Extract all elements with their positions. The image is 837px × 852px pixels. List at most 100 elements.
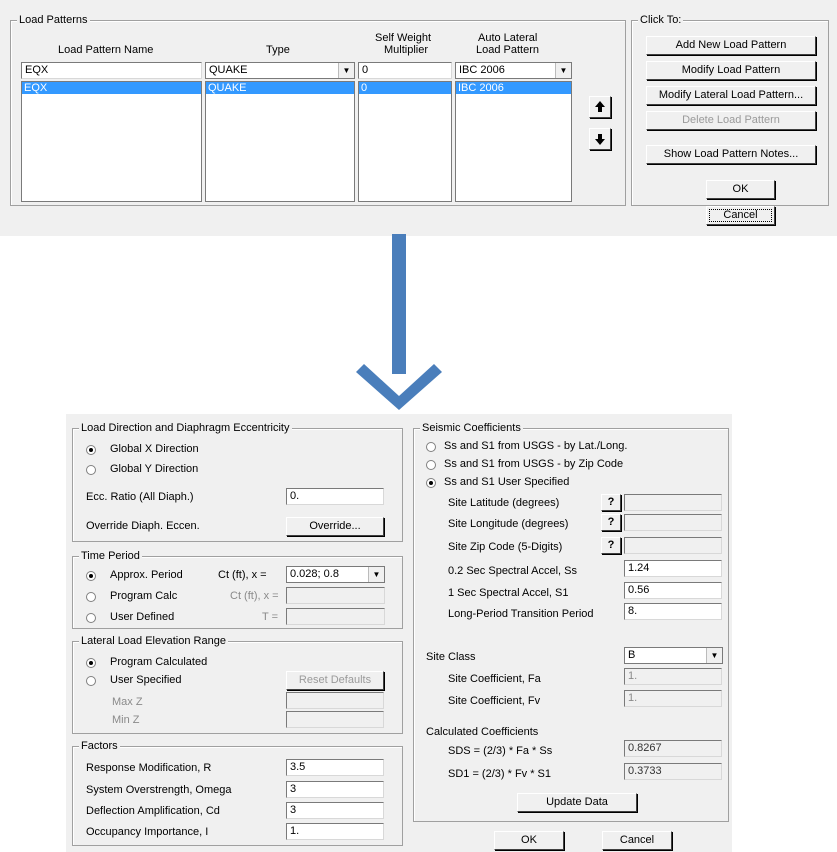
program-calculated-radio[interactable] (86, 658, 96, 668)
response-modification-label: Response Modification, R (86, 762, 212, 774)
t-input[interactable] (286, 608, 385, 625)
move-up-button[interactable] (589, 96, 611, 118)
site-latitude-label: Site Latitude (degrees) (448, 497, 560, 509)
t-label: T = (262, 611, 279, 623)
header-load-pattern-name: Load Pattern Name (58, 44, 154, 56)
user-specified-label: User Specified (110, 674, 182, 686)
sd1-value: 0.3733 (624, 763, 722, 780)
latitude-help-button[interactable]: ? (601, 494, 621, 511)
usgs-zip-radio[interactable] (426, 460, 436, 470)
sd1-label: SD1 = (2/3) * Fv * S1 (448, 768, 552, 780)
ct-dropdown[interactable]: 0.028; 0.8 ▼ (286, 566, 385, 583)
list-item[interactable]: IBC 2006 (456, 82, 571, 94)
load-patterns-title: Load Patterns (17, 14, 90, 26)
type-dropdown[interactable]: QUAKE ▼ (205, 62, 355, 79)
user-defined-label: User Defined (110, 611, 175, 623)
header-self-weight: Self Weight (375, 32, 432, 44)
arrow-down-icon (595, 134, 605, 145)
add-new-load-pattern-button[interactable]: Add New Load Pattern (646, 36, 816, 55)
site-zip-label: Site Zip Code (5-Digits) (448, 541, 563, 553)
multiplier-input[interactable]: 0 (358, 62, 452, 79)
global-y-label: Global Y Direction (110, 463, 199, 475)
chevron-down-icon[interactable]: ▼ (555, 63, 571, 78)
sds-label: SDS = (2/3) * Fa * Ss (448, 745, 553, 757)
ok-button[interactable]: OK (706, 180, 775, 199)
min-z-input[interactable] (286, 711, 384, 728)
site-class-label: Site Class (426, 651, 476, 663)
approx-period-radio[interactable] (86, 571, 96, 581)
site-coefficient-fv-label: Site Coefficient, Fv (448, 695, 541, 707)
zip-help-button[interactable]: ? (601, 537, 621, 554)
move-down-button[interactable] (589, 128, 611, 150)
program-calculated-label: Program Calculated (110, 656, 208, 668)
ct-label: Ct (ft), x = (218, 569, 267, 581)
site-coefficient-fv-input[interactable]: 1. (624, 690, 722, 707)
s1-label: 1 Sec Spectral Accel, S1 (448, 587, 569, 599)
system-overstrength-input[interactable]: 3 (286, 781, 384, 798)
site-zip-input[interactable] (624, 537, 722, 554)
site-longitude-input[interactable] (624, 514, 722, 531)
list-item[interactable]: 0 (359, 82, 451, 94)
occupancy-importance-input[interactable]: 1. (286, 823, 384, 840)
global-x-radio[interactable] (86, 445, 96, 455)
usgs-latlong-label: Ss and S1 from USGS - by Lat./Long. (444, 440, 628, 452)
long-period-input[interactable]: 8. (624, 603, 722, 620)
header-multiplier: Multiplier (384, 44, 429, 56)
site-coefficient-fa-label: Site Coefficient, Fa (448, 673, 541, 685)
site-coefficient-fa-input[interactable]: 1. (624, 668, 722, 685)
site-longitude-label: Site Longitude (degrees) (448, 518, 569, 530)
global-y-radio[interactable] (86, 465, 96, 475)
auto-lateral-dropdown-value: IBC 2006 (459, 64, 505, 76)
system-overstrength-label: System Overstrength, Omega (86, 784, 232, 796)
modify-lateral-load-pattern-button[interactable]: Modify Lateral Load Pattern... (646, 86, 816, 105)
user-defined-radio[interactable] (86, 613, 96, 623)
auto-lateral-dropdown[interactable]: IBC 2006 ▼ (455, 62, 572, 79)
site-latitude-input[interactable] (624, 494, 722, 511)
max-z-input[interactable] (286, 692, 384, 709)
override-diaph-label: Override Diaph. Eccen. (86, 520, 200, 532)
longitude-help-button[interactable]: ? (601, 514, 621, 531)
deflection-amplification-label: Deflection Amplification, Cd (86, 805, 220, 817)
ss-label: 0.2 Sec Spectral Accel, Ss (448, 565, 578, 577)
occupancy-importance-label: Occupancy Importance, I (86, 826, 209, 838)
delete-load-pattern-button[interactable]: Delete Load Pattern (646, 111, 816, 130)
long-period-label: Long-Period Transition Period (448, 608, 594, 620)
cancel-button[interactable]: Cancel (602, 831, 672, 850)
user-specified-ss-label: Ss and S1 User Specified (444, 476, 570, 488)
auto-lateral-list[interactable]: IBC 2006 (455, 81, 572, 202)
multiplier-list[interactable]: 0 (358, 81, 452, 202)
ct-label-disabled: Ct (ft), x = (230, 590, 279, 602)
program-calc-radio[interactable] (86, 592, 96, 602)
s1-input[interactable]: 0.56 (624, 582, 722, 599)
user-specified-ss-radio[interactable] (426, 478, 436, 488)
ct-program-input[interactable] (286, 587, 385, 604)
update-data-button[interactable]: Update Data (517, 793, 637, 812)
usgs-latlong-radio[interactable] (426, 442, 436, 452)
modify-load-pattern-button[interactable]: Modify Load Pattern (646, 61, 816, 80)
user-specified-radio[interactable] (86, 676, 96, 686)
approx-period-label: Approx. Period (110, 569, 183, 581)
ok-button[interactable]: OK (494, 831, 564, 850)
ecc-ratio-input[interactable]: 0. (286, 488, 384, 505)
chevron-down-icon[interactable]: ▼ (338, 63, 354, 78)
response-modification-input[interactable]: 3.5 (286, 759, 384, 776)
name-list[interactable]: EQX (21, 81, 202, 202)
cancel-button[interactable]: Cancel (706, 206, 775, 225)
chevron-down-icon[interactable]: ▼ (706, 648, 722, 663)
chevron-down-icon[interactable]: ▼ (368, 567, 384, 582)
ss-input[interactable]: 1.24 (624, 560, 722, 577)
sds-value: 0.8267 (624, 740, 722, 757)
override-button[interactable]: Override... (286, 517, 384, 536)
list-item[interactable]: QUAKE (206, 82, 354, 94)
site-class-dropdown[interactable]: B ▼ (624, 647, 723, 664)
click-to-title: Click To: (638, 14, 684, 26)
show-load-pattern-notes-button[interactable]: Show Load Pattern Notes... (646, 145, 816, 164)
load-pattern-name-input[interactable]: EQX (21, 62, 202, 79)
arrow-up-icon (595, 101, 605, 112)
deflection-amplification-input[interactable]: 3 (286, 802, 384, 819)
time-period-title: Time Period (79, 550, 142, 562)
list-item[interactable]: EQX (22, 82, 201, 94)
min-z-label: Min Z (112, 714, 140, 726)
reset-defaults-button[interactable]: Reset Defaults (286, 671, 384, 690)
type-list[interactable]: QUAKE (205, 81, 355, 202)
